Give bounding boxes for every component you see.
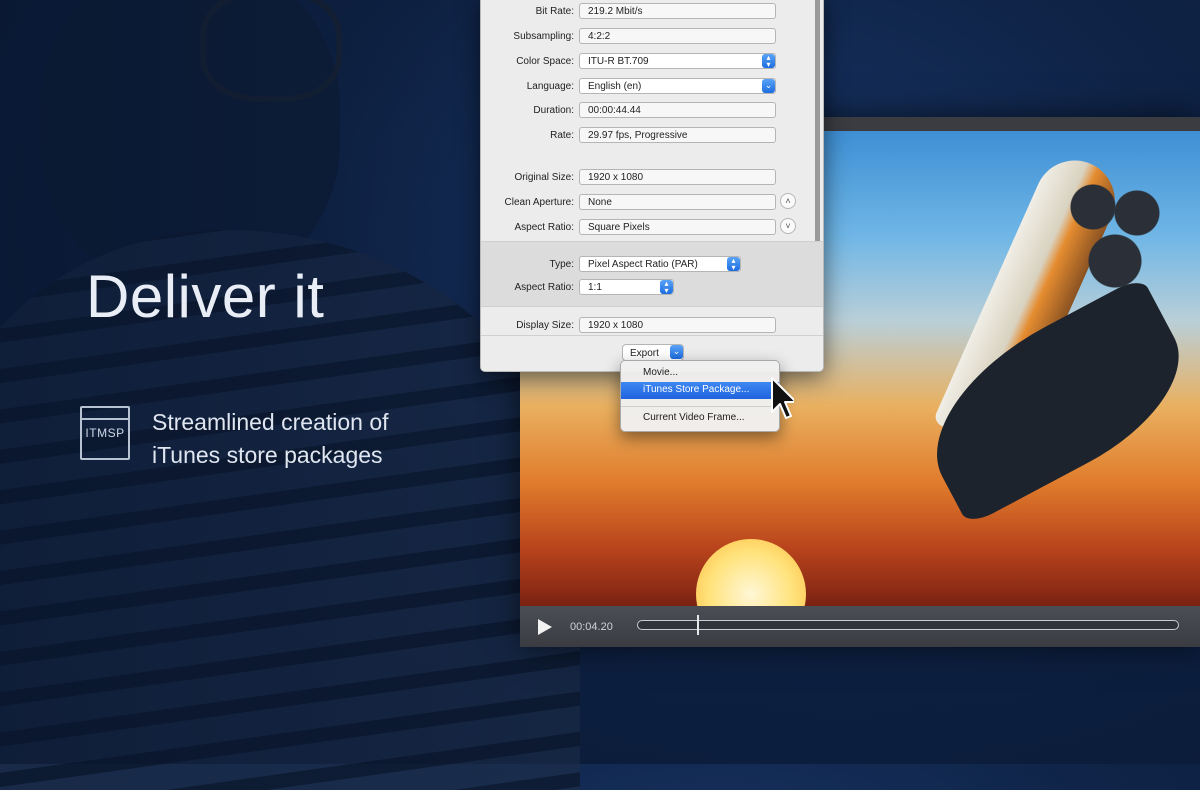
row-language: Language: English (en) ⌄ xyxy=(481,77,811,97)
clean-aperture-label: Clean Aperture: xyxy=(504,197,575,208)
feature-item: ITMSP Streamlined creation of iTunes sto… xyxy=(80,406,452,472)
type-label: Type: xyxy=(549,259,574,270)
color-space-label: Color Space: xyxy=(516,56,574,67)
row-bit-rate: Bit Rate: 219.2 Mbit/s xyxy=(481,2,811,22)
color-space-stepper-icon: ▴ ▾ xyxy=(762,54,775,69)
language-label: Language: xyxy=(526,81,574,92)
export-label: Export xyxy=(630,348,659,359)
sun-image xyxy=(696,539,806,606)
itmsp-icon-label: ITMSP xyxy=(85,426,125,440)
row-subsampling: Subsampling: 4:2:2 xyxy=(481,27,811,47)
row-color-space: Color Space: ITU-R BT.709 ▴ ▾ xyxy=(481,52,811,72)
headline: Deliver it xyxy=(86,263,325,330)
movie-inspector-panel: Bit Rate: 219.2 Mbit/s Subsampling: 4:2:… xyxy=(480,0,824,372)
feature-description: Streamlined creation of iTunes store pac… xyxy=(152,406,452,472)
original-size-label: Original Size: xyxy=(514,172,574,183)
export-chevron-down-icon: ⌄ xyxy=(670,345,683,359)
par-aspect-ratio-value: 1:1 xyxy=(588,282,602,293)
feature-line-2: iTunes store packages xyxy=(152,442,383,468)
inspector-scrollbar[interactable] xyxy=(815,0,820,267)
display-size-label: Display Size: xyxy=(516,320,574,331)
display-size-value: 1920 x 1080 xyxy=(579,317,776,333)
playback-controls: 00:04.20 xyxy=(520,606,1200,647)
row-aspect-ratio: Aspect Ratio: Square Pixels ˅ xyxy=(481,218,811,238)
row-par-aspect-ratio: Aspect Ratio: 1:1 ▴ ▾ xyxy=(481,278,811,298)
row-rate: Rate: 29.97 fps, Progressive xyxy=(481,126,811,146)
bit-rate-value: 219.2 Mbit/s xyxy=(579,3,776,19)
menu-item-current-video-frame[interactable]: Current Video Frame... xyxy=(621,410,779,427)
clean-aperture-value: None xyxy=(579,194,776,210)
duration-label: Duration: xyxy=(533,105,574,116)
language-value: English (en) xyxy=(588,81,642,92)
itmsp-package-icon: ITMSP xyxy=(80,406,130,460)
play-button[interactable] xyxy=(538,618,552,635)
menu-separator xyxy=(621,406,779,407)
type-stepper-icon: ▴ ▾ xyxy=(727,257,740,272)
mouse-pointer-icon xyxy=(771,377,794,419)
space-shuttle-engines xyxy=(1060,171,1170,291)
timecode: 00:04.20 xyxy=(570,620,613,633)
par-aspect-ratio-popup[interactable]: 1:1 ▴ ▾ xyxy=(579,279,674,295)
menu-item-movie[interactable]: Movie... xyxy=(621,365,779,382)
duration-value: 00:00:44.44 xyxy=(579,102,776,118)
type-popup[interactable]: Pixel Aspect Ratio (PAR) ▴ ▾ xyxy=(579,256,741,272)
language-popup[interactable]: English (en) ⌄ xyxy=(579,78,776,94)
playhead-handle[interactable] xyxy=(697,615,699,635)
language-chevron-down-icon: ⌄ xyxy=(762,79,775,93)
aspect-ratio-label: Aspect Ratio: xyxy=(514,222,574,233)
bit-rate-label: Bit Rate: xyxy=(535,6,574,17)
type-value: Pixel Aspect Ratio (PAR) xyxy=(588,259,698,270)
par-aspect-ratio-stepper-icon: ▴ ▾ xyxy=(660,280,673,295)
subsampling-label: Subsampling: xyxy=(513,31,574,42)
export-popup-button[interactable]: Export ⌄ xyxy=(622,344,684,361)
menu-item-itunes-store-package[interactable]: iTunes Store Package... xyxy=(621,382,779,399)
expand-chevron-down-icon[interactable]: ˅ xyxy=(780,218,796,234)
row-clean-aperture: Clean Aperture: None ˄ xyxy=(481,193,811,213)
row-duration: Duration: 00:00:44.44 xyxy=(481,101,811,121)
rate-label: Rate: xyxy=(550,130,574,141)
original-size-value: 1920 x 1080 xyxy=(579,169,776,185)
color-space-popup[interactable]: ITU-R BT.709 ▴ ▾ xyxy=(579,53,776,69)
row-type: Type: Pixel Aspect Ratio (PAR) ▴ ▾ xyxy=(481,255,811,275)
aspect-ratio-value: Square Pixels xyxy=(579,219,776,235)
export-menu: Movie... iTunes Store Package... Current… xyxy=(620,360,780,432)
row-display-size: Display Size: 1920 x 1080 xyxy=(481,316,811,336)
timeline-scrubber[interactable] xyxy=(637,615,1179,635)
rate-value: 29.97 fps, Progressive xyxy=(579,127,776,143)
collapse-chevron-up-icon[interactable]: ˄ xyxy=(780,193,796,209)
feature-line-1: Streamlined creation of xyxy=(152,409,389,435)
row-original-size: Original Size: 1920 x 1080 xyxy=(481,168,811,188)
color-space-value: ITU-R BT.709 xyxy=(588,56,649,67)
subsampling-value: 4:2:2 xyxy=(579,28,776,44)
par-aspect-ratio-label: Aspect Ratio: xyxy=(514,282,574,293)
